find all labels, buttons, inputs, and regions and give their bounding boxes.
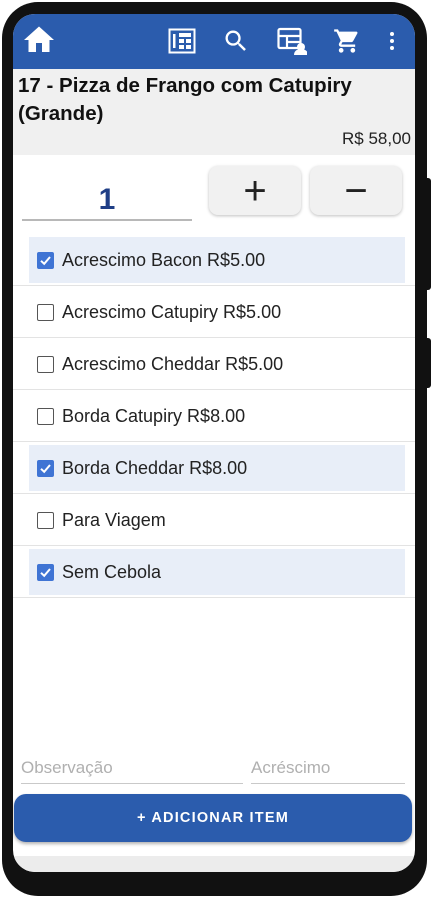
app-bar [13,14,415,69]
home-icon[interactable] [21,22,57,58]
calculator-icon[interactable] [166,25,198,57]
increment-button[interactable]: + [209,166,301,215]
option-item[interactable]: Borda Catupiry R$8.00 [13,390,415,442]
app-screen: 17 - Pizza de Frango com Catupiry (Grand… [13,14,415,872]
checkbox[interactable] [37,408,54,425]
checkbox[interactable] [37,252,54,269]
option-item[interactable]: Acrescimo Catupiry R$5.00 [13,286,415,338]
option-item[interactable]: Sem Cebola [13,546,415,598]
quantity-input[interactable]: 1 [22,174,192,221]
option-label: Sem Cebola [62,562,162,582]
option-item[interactable]: Acrescimo Bacon R$5.00 [13,234,415,286]
option-label: Acrescimo Catupiry R$5.00 [62,302,282,322]
observacao-field[interactable]: Observação [21,754,243,784]
search-icon[interactable] [220,25,252,57]
checkbox[interactable] [37,460,54,477]
checkbox[interactable] [37,512,54,529]
checkbox[interactable] [37,356,54,373]
checkbox[interactable] [37,304,54,321]
decrement-button[interactable]: − [310,166,402,215]
product-header: 17 - Pizza de Frango com Catupiry (Grand… [13,69,415,155]
checkbox[interactable] [37,564,54,581]
product-title: 17 - Pizza de Frango com Catupiry (Grand… [18,74,352,125]
power-button [425,338,431,388]
option-item[interactable]: Acrescimo Cheddar R$5.00 [13,338,415,390]
volume-button [425,178,431,290]
add-item-button[interactable]: + ADICIONAR ITEM [14,794,412,842]
option-item[interactable]: Para Viagem [13,494,415,546]
cart-icon[interactable] [331,25,363,57]
table-icon[interactable] [276,25,308,57]
option-label: Para Viagem [62,510,166,530]
option-item[interactable]: Borda Cheddar R$8.00 [13,442,415,494]
more-vertical-icon[interactable] [377,25,407,57]
bottom-strip [13,856,415,872]
option-label: Borda Catupiry R$8.00 [62,406,246,426]
option-label: Acrescimo Cheddar R$5.00 [62,354,284,374]
product-price: R$ 58,00 [342,129,411,148]
option-label: Borda Cheddar R$8.00 [62,458,248,478]
options-list: Acrescimo Bacon R$5.00 Acrescimo Catupir… [13,234,415,598]
acrescimo-field[interactable]: Acréscimo [251,754,405,784]
option-label: Acrescimo Bacon R$5.00 [62,250,266,270]
